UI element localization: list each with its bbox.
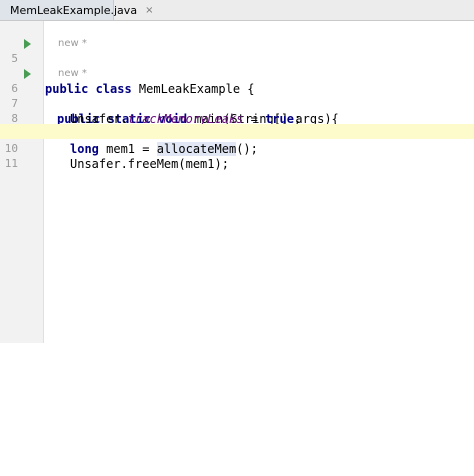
code-line: new * <box>0 21 474 49</box>
code-line: 7 Unsafer.trackMemoryLeaks = true; <box>0 81 474 125</box>
code-line-current <box>0 124 474 140</box>
close-icon[interactable]: × <box>145 5 153 16</box>
editor-tab-bar: MemLeakExample.java × <box>0 0 474 21</box>
tab-file-name: MemLeakExample.java <box>10 3 138 17</box>
code-text: Unsafer.freeMem(mem1); <box>70 156 229 171</box>
code-line: 8 <box>0 96 474 125</box>
code-line: 11 <box>0 141 474 170</box>
run-icon[interactable] <box>24 39 31 49</box>
tab-memleakexample[interactable]: MemLeakExample.java × <box>0 0 153 20</box>
code-line: 5 public class MemLeakExample { <box>0 36 474 96</box>
run-icon[interactable] <box>24 69 31 79</box>
code-line: new * <box>0 51 474 79</box>
code-line: 6 public static void main(String[] args)… <box>0 66 474 126</box>
code-editor[interactable]: new * 5 public class MemLeakExample { ne… <box>0 21 474 343</box>
line-number: 11 <box>4 157 18 171</box>
